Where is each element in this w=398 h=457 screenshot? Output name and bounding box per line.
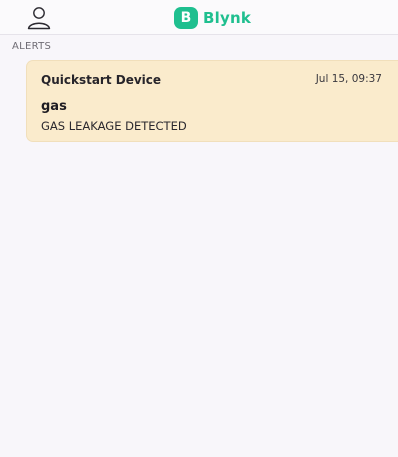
blynk-logo: B Blynk [174,6,251,30]
alerts-section-title: ALERTS [12,41,52,52]
profile-button[interactable] [26,6,52,30]
empty-list-area [0,152,398,457]
alert-event-name: gas [41,99,67,114]
user-outline-icon [27,7,51,30]
logo-text: Blynk [203,9,252,27]
alert-card[interactable]: Quickstart Device Jul 15, 09:37 gas GAS … [26,60,398,142]
logo-badge-icon: B [174,7,198,29]
top-bar: B Blynk [0,0,398,35]
alert-device-name: Quickstart Device [41,73,162,87]
app-screen: B Blynk ALERTS Quickstart Device Jul 15,… [0,0,398,457]
alert-timestamp: Jul 15, 09:37 [315,73,382,85]
alert-message: GAS LEAKAGE DETECTED [41,119,187,133]
